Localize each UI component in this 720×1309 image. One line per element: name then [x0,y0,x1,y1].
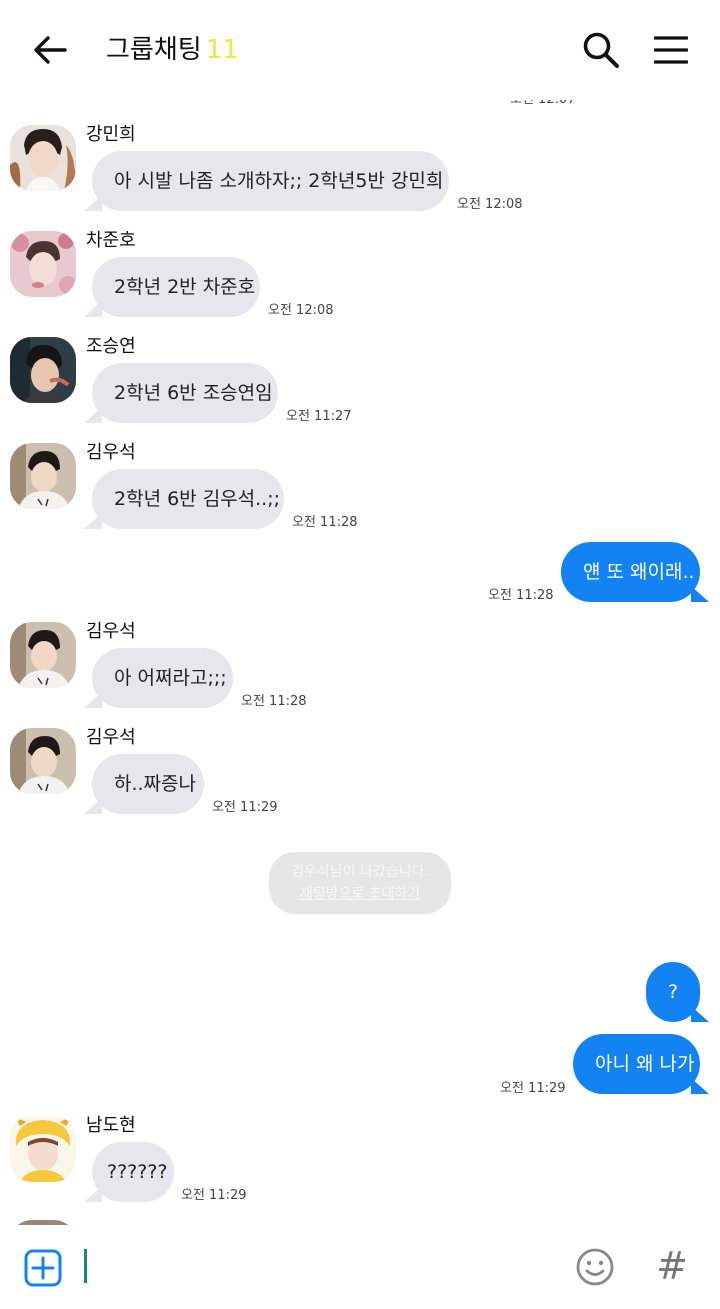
message-time: 오전 11:29 [500,1081,566,1096]
message-time: 오전 11:29 [181,1188,247,1203]
chat-title: 그룹채팅 11 [106,32,239,68]
app-header: 그룹채팅 11 [0,0,720,100]
sender-name: 김우석 [86,727,136,748]
message-time: 오전 11:29 [212,800,278,815]
member-count: 11 [205,35,239,65]
sender-name: 강민희 [86,124,136,145]
hashtag-button[interactable]: # [652,1241,692,1291]
message-time: 오전 11:28 [241,694,307,709]
incoming-message-bubble[interactable]: 아 시발 나좀 소개하자;; 2학년5반 강민희 [84,151,449,211]
search-icon [583,32,619,68]
attach-button[interactable] [24,1249,62,1287]
avatar[interactable] [10,337,76,403]
outgoing-message-bubble[interactable]: ? [646,962,709,1022]
message-list[interactable]: 오전 12:07 강민희 아 시발 나좀 소개하자;; 2학년5반 강민희 오전… [0,92,720,1225]
emoji-button[interactable] [575,1247,615,1287]
avatar[interactable] [10,1116,76,1182]
message-time: 오전 12:08 [457,197,523,212]
avatar[interactable] [10,443,76,509]
incoming-message-bubble[interactable]: 2학년 6반 김우석..;; [84,469,284,529]
message-composer: # [0,1225,720,1309]
message-input[interactable] [84,1247,554,1287]
message-time: 오전 11:28 [292,515,358,530]
back-button[interactable] [24,24,76,76]
sender-name: 남도현 [86,1115,136,1136]
outgoing-message-bubble[interactable]: 얜 또 왜이래.. [561,542,709,602]
search-button[interactable] [575,24,627,76]
system-notice-text: 김우석님이 나갔습니다. [291,864,429,880]
invite-to-chat-link[interactable]: 채팅방으로 초대하기 [269,883,451,905]
incoming-message-bubble[interactable]: 2학년 2반 차준호 [84,257,260,317]
incoming-message-bubble[interactable]: 아 어쩌라고;;; [84,648,233,708]
avatar[interactable] [10,125,76,191]
message-time: 오전 11:27 [286,409,352,424]
message-time: 오전 11:28 [488,588,554,603]
outgoing-message-bubble[interactable]: 아니 왜 나가 [573,1034,709,1094]
system-notice: 김우석님이 나갔습니다. 채팅방으로 초대하기 [269,852,451,914]
incoming-message-bubble[interactable]: ?????? [84,1142,174,1202]
sender-name: 차준호 [86,230,136,251]
arrow-left-icon [34,36,67,64]
smiley-icon [576,1248,614,1286]
plus-square-icon [24,1249,62,1287]
hamburger-menu-icon [654,36,688,64]
sender-name: 조승연 [86,336,136,357]
avatar[interactable] [10,728,76,794]
menu-button[interactable] [645,24,697,76]
incoming-message-bubble[interactable]: 하..짜증나 [84,754,204,814]
sender-name: 김우석 [86,442,136,463]
incoming-message-bubble[interactable]: 2학년 6반 조승연임 [84,363,278,423]
avatar[interactable] [10,231,76,297]
message-time: 오전 12:08 [268,303,334,318]
sender-name: 김우석 [86,621,136,642]
avatar[interactable] [10,622,76,688]
chat-title-text: 그룹채팅 [106,35,202,65]
text-caret [84,1249,87,1283]
